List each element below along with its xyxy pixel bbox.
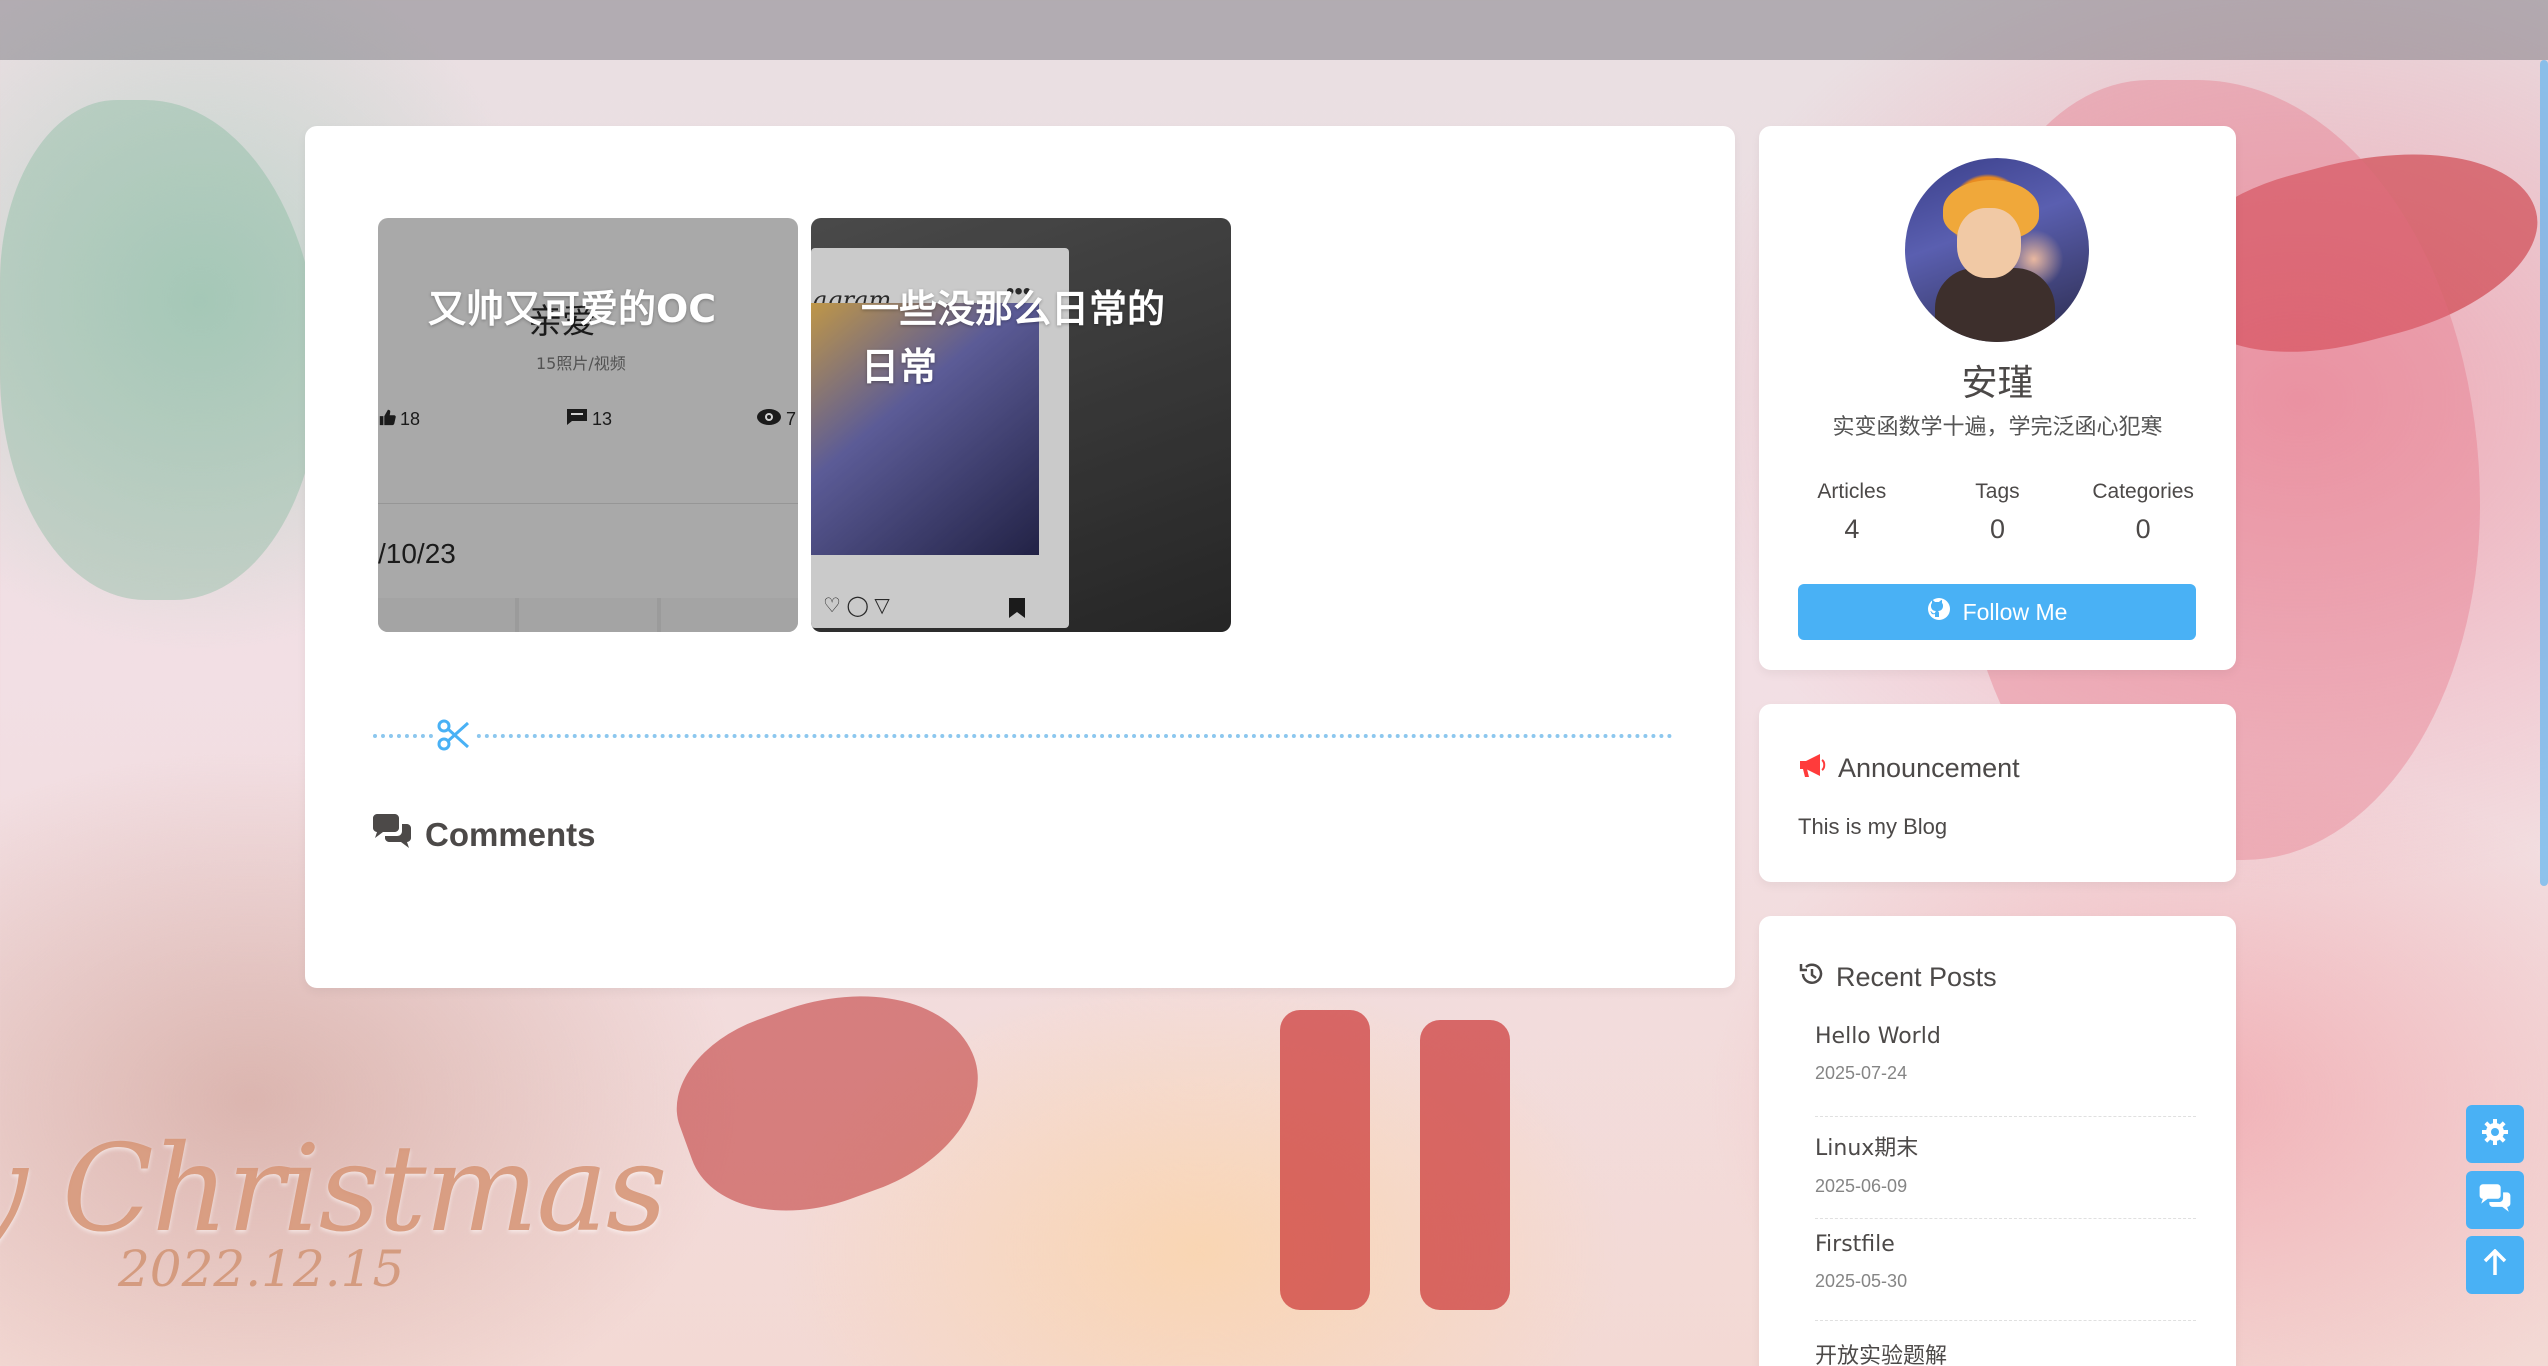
recent-posts-heading-text: Recent Posts	[1836, 962, 1997, 992]
album-card[interactable]: 亲爱 15照片/视频 18 13 7 /10/23 又帅又可爱的OC	[378, 218, 798, 632]
bullhorn-icon	[1798, 752, 1828, 785]
arrow-up-icon	[2482, 1248, 2508, 1282]
section-divider	[373, 734, 1673, 738]
site-stats: Articles 4 Tags 0 Categories 0	[1759, 480, 2236, 545]
banner-date: 2022.12.15	[118, 1240, 405, 1298]
scissors-icon	[433, 715, 473, 755]
author-name: 安瑾	[1961, 363, 2034, 404]
announcement-heading: Announcement	[1798, 752, 2020, 785]
post-date: 2025-06-09	[1815, 1176, 1908, 1196]
back-to-top-button[interactable]	[2466, 1236, 2524, 1294]
stat-categories[interactable]: Categories 0	[2078, 480, 2208, 545]
comments-jump-button[interactable]	[2466, 1171, 2524, 1229]
scrollbar-thumb[interactable]	[2540, 60, 2548, 886]
stat-label: Tags	[1975, 480, 2020, 503]
settings-button[interactable]	[2466, 1105, 2524, 1163]
comments-icon	[2478, 1183, 2512, 1217]
post-date: 2025-07-24	[1815, 1063, 1908, 1083]
announcement-text: This is my Blog	[1798, 814, 1948, 839]
stat-value: 0	[1989, 514, 2005, 544]
top-nav-bar	[0, 0, 2548, 60]
post-date: 2025-05-30	[1815, 1271, 1908, 1291]
gear-icon	[2480, 1117, 2510, 1152]
announcement-card: Announcement This is my Blog	[1759, 704, 2236, 882]
stat-label: Articles	[1817, 480, 1887, 503]
post-title[interactable]: 开放实验题解	[1815, 1338, 2196, 1366]
stat-value: 0	[2135, 514, 2151, 544]
post-title[interactable]: Linux期末	[1815, 1130, 2196, 1162]
nutcracker-shape	[1420, 1020, 1510, 1310]
nutcracker-shape	[1280, 1010, 1370, 1310]
post-separator	[1815, 1218, 2196, 1219]
author-description: 实变函数学十遍，学完泛函心犯寒	[1832, 415, 2163, 440]
avatar[interactable]	[1905, 158, 2089, 342]
comments-icon	[371, 814, 413, 856]
stat-tags[interactable]: Tags 0	[1932, 480, 2062, 545]
recent-post-item[interactable]: Hello World 2025-07-24	[1815, 1024, 2196, 1084]
stat-value: 4	[1844, 514, 1860, 544]
comments-heading: Comments	[371, 814, 596, 856]
author-profile-card: 安瑾 实变函数学十遍，学完泛函心犯寒 Articles 4 Tags 0 Cat…	[1759, 126, 2236, 670]
stat-label: Categories	[2092, 480, 2194, 503]
history-icon	[1798, 960, 1826, 995]
album-title: 一些没那么日常的日常	[861, 287, 1166, 389]
tree-shape	[0, 100, 320, 600]
banner-text: y Christmas	[0, 1120, 667, 1259]
announcement-heading-text: Announcement	[1838, 753, 2020, 783]
main-content-card: 亲爱 15照片/视频 18 13 7 /10/23 又帅又可爱的OC agram…	[305, 126, 1735, 988]
post-separator	[1815, 1320, 2196, 1321]
train-shape	[654, 954, 1006, 1246]
recent-posts-card: Recent Posts Hello World 2025-07-24 Linu…	[1759, 916, 2236, 1366]
stat-articles[interactable]: Articles 4	[1787, 480, 1917, 545]
recent-post-item[interactable]: Linux期末 2025-06-09	[1815, 1130, 2196, 1197]
album-list: 亲爱 15照片/视频 18 13 7 /10/23 又帅又可爱的OC agram…	[378, 218, 1231, 632]
post-title[interactable]: Hello World	[1815, 1024, 2196, 1049]
github-icon	[1927, 597, 1951, 627]
comments-heading-text: Comments	[425, 816, 596, 853]
album-card[interactable]: agram ••• ♡ ◯ ▽ 一些没那么日常的日常	[811, 218, 1231, 632]
recent-post-item[interactable]: 开放实验题解	[1815, 1338, 2196, 1366]
follow-me-label: Follow Me	[1962, 598, 2068, 625]
recent-post-item[interactable]: Firstfile 2025-05-30	[1815, 1232, 2196, 1292]
post-separator	[1815, 1116, 2196, 1117]
album-title: 又帅又可爱的OC	[428, 287, 717, 331]
follow-me-button[interactable]: Follow Me	[1798, 584, 2196, 640]
post-title[interactable]: Firstfile	[1815, 1232, 2196, 1257]
recent-posts-heading: Recent Posts	[1798, 960, 1997, 995]
